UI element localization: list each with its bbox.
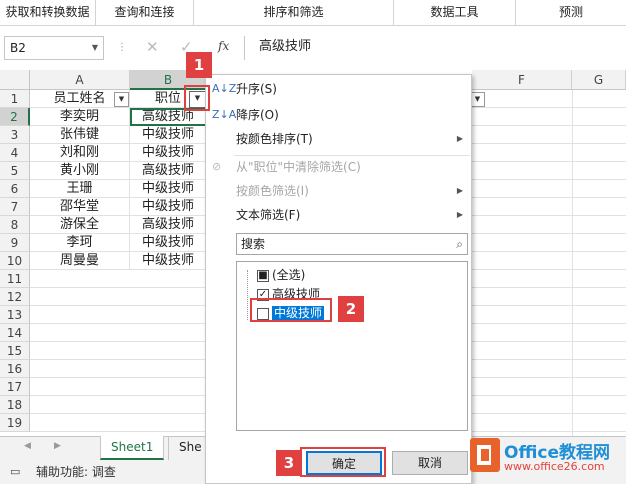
search-placeholder: 搜索 [241,237,266,251]
cancel-icon[interactable]: ✕ [146,37,159,57]
watermark: Office教程网 www.office26.com [470,436,626,480]
menu-item-label: 升序(S) [236,82,277,96]
chevron-down-icon[interactable]: ▼ [92,37,98,59]
column-header-g[interactable]: G [572,70,626,90]
ribbon-group-queries[interactable]: 查询和连接 [96,0,194,26]
tab-sheet1[interactable]: Sheet1 [100,436,165,460]
cell-position[interactable]: 中级技师 [130,126,207,144]
filter-dropdown-menu: A↓Z 升序(S) Z↓A 降序(O) 按颜色排序(T) ▶ ⊘ 从"职位"中清… [205,74,472,484]
tab-scroll-right-icon[interactable]: ▶ [54,441,61,451]
cell-position[interactable]: 中级技师 [130,144,207,162]
filter-button-e[interactable]: ▼ [470,92,485,107]
step-badge-2: 2 [338,296,364,322]
cell-employee-name[interactable]: 李珂 [30,234,130,252]
row-header[interactable]: 5 [0,162,30,180]
ribbon-group-get-data[interactable]: 获取和转换数据 [0,0,96,26]
row-header[interactable]: 1 [0,90,30,108]
menu-sort-descending[interactable]: Z↓A 降序(O) [206,103,471,127]
cell-position[interactable]: 中级技师 [130,234,207,252]
column-header-f[interactable]: F [472,70,572,90]
step-badge-3: 3 [276,450,302,476]
row-header[interactable]: 10 [0,252,30,270]
menu-item-label: 按颜色排序(T) [236,132,313,146]
cell-position[interactable]: 高级技师 [130,162,207,180]
column-header-a[interactable]: A [30,70,130,90]
row-header[interactable]: 19 [0,414,30,432]
submenu-arrow-icon: ▶ [456,186,463,195]
row-header[interactable]: 8 [0,216,30,234]
row-header[interactable]: 17 [0,378,30,396]
menu-item-label: 降序(O) [236,108,279,122]
cell-employee-name[interactable]: 张伟键 [30,126,130,144]
ribbon: 获取和转换数据 查询和连接 排序和筛选 数据工具 预测 [0,0,626,26]
cell-employee-name[interactable]: 刘和刚 [30,144,130,162]
watermark-url: www.office26.com [504,460,605,473]
checkbox-indeterminate-icon[interactable]: ■ [257,269,269,282]
menu-item-label: 文本筛选(F) [236,208,301,222]
cell-position[interactable]: 高级技师 [130,216,207,234]
filter-search-input[interactable]: 搜索 ⌕ [236,233,468,255]
row-header[interactable]: 16 [0,360,30,378]
formula-input[interactable]: 高级技师 [244,36,626,60]
formula-bar: B2 ▼ ⋮ ✕ ✓ fx 高级技师 [0,33,626,63]
select-all-corner[interactable] [0,70,30,90]
submenu-arrow-icon: ▶ [456,210,463,219]
highlight-box-ok [300,447,386,477]
cell-position[interactable]: 中级技师 [130,252,207,270]
ribbon-group-data-tools[interactable]: 数据工具 [394,0,516,26]
row-header[interactable]: 7 [0,198,30,216]
row-header[interactable]: 12 [0,288,30,306]
tab-scroll-left-icon[interactable]: ◀ [24,441,31,451]
filter-option-select-all[interactable]: ■ (全选) [257,266,305,284]
row-header[interactable]: 9 [0,234,30,252]
more-icon: ⋮ [117,42,127,53]
cell-position[interactable]: 中级技师 [130,180,207,198]
sort-descending-icon: Z↓A [212,108,237,121]
cell-employee-name[interactable]: 邵华堂 [30,198,130,216]
cell-employee-name[interactable]: 黄小刚 [30,162,130,180]
cancel-button[interactable]: 取消 [392,451,468,475]
highlight-box-option [250,298,332,322]
highlight-box-filter-button [184,85,210,111]
office-logo [470,438,500,472]
menu-clear-filter: ⊘ 从"职位"中清除筛选(C) [206,155,471,179]
step-badge-1: 1 [186,52,212,78]
accessibility-status[interactable]: 辅助功能: 调查 [36,460,116,484]
filter-value-list: ■ (全选) ✓ 高级技师 中级技师 [236,261,468,431]
cell-employee-name[interactable]: 游保全 [30,216,130,234]
filter-button-a[interactable]: ▼ [114,92,129,107]
row-header[interactable]: 13 [0,306,30,324]
submenu-arrow-icon: ▶ [456,134,463,143]
cell-employee-name[interactable]: 王珊 [30,180,130,198]
menu-item-label: 从"职位"中清除筛选(C) [236,160,361,174]
menu-sort-by-color[interactable]: 按颜色排序(T) ▶ [206,127,471,151]
search-icon: ⌕ [456,237,463,251]
insert-function-icon[interactable]: fx [218,39,229,53]
ribbon-group-forecast[interactable]: 预测 [516,0,626,26]
ribbon-group-sort-filter[interactable]: 排序和筛选 [194,0,394,26]
page-view-icon: ▭ [10,465,21,478]
row-header[interactable]: 14 [0,324,30,342]
name-box[interactable]: B2 ▼ [4,36,104,60]
menu-item-label: 按颜色筛选(I) [236,184,309,198]
cell-position[interactable]: 中级技师 [130,198,207,216]
clear-filter-icon: ⊘ [212,160,222,173]
name-box-value: B2 [10,41,26,55]
row-header[interactable]: 2 [0,108,30,126]
row-header[interactable]: 6 [0,180,30,198]
row-header[interactable]: 11 [0,270,30,288]
menu-sort-ascending[interactable]: A↓Z 升序(S) [206,77,471,101]
cell-employee-name[interactable]: 李奕明 [30,108,130,126]
row-header[interactable]: 15 [0,342,30,360]
row-header[interactable]: 4 [0,144,30,162]
sort-ascending-icon: A↓Z [212,82,237,95]
cell-employee-name[interactable]: 周曼曼 [30,252,130,270]
row-header[interactable]: 18 [0,396,30,414]
row-header[interactable]: 3 [0,126,30,144]
menu-text-filters[interactable]: 文本筛选(F) ▶ [206,203,471,227]
menu-filter-by-color: 按颜色筛选(I) ▶ [206,179,471,203]
